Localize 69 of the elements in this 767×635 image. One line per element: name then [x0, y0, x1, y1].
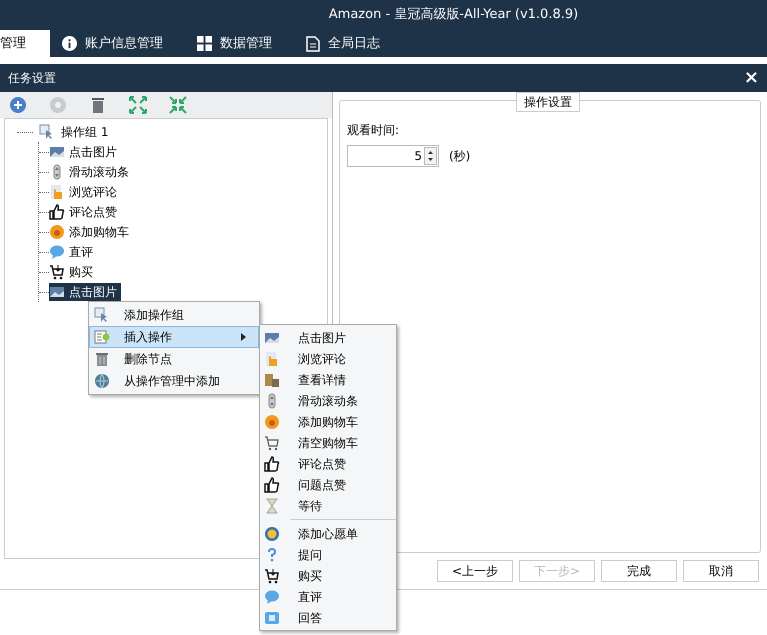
cart-icon: [264, 568, 280, 584]
menu-item[interactable]: 购买: [264, 565, 396, 586]
dialog-title: 任务设置: [8, 70, 56, 87]
window-title: Amazon - 皇冠高级版-All-Year (v1.0.8.9): [328, 6, 578, 24]
menu-item[interactable]: 浏览评论: [260, 348, 396, 369]
grid-icon: [197, 36, 212, 51]
ball-icon: [49, 224, 65, 240]
menu-item[interactable]: 删除节点: [89, 348, 259, 370]
cursor-icon: [39, 124, 55, 140]
dialog-button[interactable]: 取消: [683, 560, 759, 582]
trash-icon: [94, 351, 110, 367]
tree-node[interactable]: 直评: [49, 243, 97, 261]
thumbs-up-icon: [264, 456, 280, 472]
spinner-arrows-icon[interactable]: [424, 147, 437, 165]
tree-node[interactable]: 点击图片: [49, 283, 121, 301]
tree-node[interactable]: 点击图片: [49, 143, 121, 161]
picture-icon: [49, 144, 65, 160]
tree-node[interactable]: 评论点赞: [49, 203, 121, 221]
thumbs-up-icon: [49, 204, 65, 220]
boxes-icon: [264, 372, 280, 388]
dialog-button[interactable]: 完成: [601, 560, 677, 582]
close-button[interactable]: ×: [744, 69, 759, 87]
menu-item[interactable]: 直评: [264, 586, 396, 607]
collapse-icon[interactable]: [169, 96, 187, 114]
menu-item[interactable]: 添加操作组: [89, 304, 259, 326]
ball-icon: [264, 414, 280, 430]
dialog-button[interactable]: <上一步: [437, 560, 513, 582]
menu-item[interactable]: 查看详情: [260, 369, 396, 390]
group-legend: 操作设置: [516, 92, 580, 112]
expand-icon[interactable]: [129, 96, 147, 114]
menu-item[interactable]: 提问: [264, 544, 396, 565]
menu-item[interactable]: 回答: [264, 607, 396, 628]
menu-item[interactable]: 评论点赞: [260, 453, 396, 474]
tree-node[interactable]: 滑动滚动条: [49, 163, 133, 181]
cart-icon: [264, 434, 280, 450]
tree-node[interactable]: 浏览评论: [49, 183, 121, 201]
tab[interactable]: 管理: [0, 30, 50, 57]
menu-item[interactable]: 点击图片: [260, 327, 396, 348]
cart-icon: [49, 264, 65, 280]
tree-node[interactable]: 添加购物车: [49, 223, 133, 241]
document-icon: [306, 36, 320, 52]
trash-icon[interactable]: [89, 96, 107, 114]
speech-bubble-icon: [264, 588, 280, 604]
tab[interactable]: 数据管理: [185, 30, 284, 57]
menu-item[interactable]: 滑动滚动条: [260, 390, 396, 411]
unit-label: (秒): [449, 148, 470, 165]
cursor-icon: [94, 307, 110, 323]
field-label: 观看时间:: [347, 122, 400, 139]
insert-icon: [94, 329, 110, 345]
submenu-arrow-icon: [241, 333, 246, 341]
hourglass-icon: [264, 498, 280, 514]
menu-item[interactable]: 插入操作: [89, 326, 259, 348]
menu-item[interactable]: 等待: [260, 495, 396, 516]
globe-icon: [94, 373, 110, 389]
tab[interactable]: 全局日志: [294, 30, 392, 57]
menu-item[interactable]: 从操作管理中添加: [89, 370, 259, 392]
menu-item[interactable]: 清空购物车: [260, 432, 396, 453]
info-icon: [62, 36, 77, 51]
add-icon[interactable]: [9, 96, 27, 114]
picture-icon: [49, 284, 65, 300]
tree-node[interactable]: 购买: [49, 263, 97, 281]
tree-node[interactable]: 操作组 1: [17, 122, 327, 142]
menu-item[interactable]: 添加心愿单: [264, 523, 396, 544]
menu-item[interactable]: 添加购物车: [260, 411, 396, 432]
speech-bubble-icon: [49, 244, 65, 260]
thumbs-up-icon: [264, 476, 280, 492]
tab[interactable]: 账户信息管理: [50, 30, 175, 57]
number-spinner[interactable]: 5: [347, 145, 439, 167]
menu-item[interactable]: 问题点赞: [260, 474, 396, 495]
